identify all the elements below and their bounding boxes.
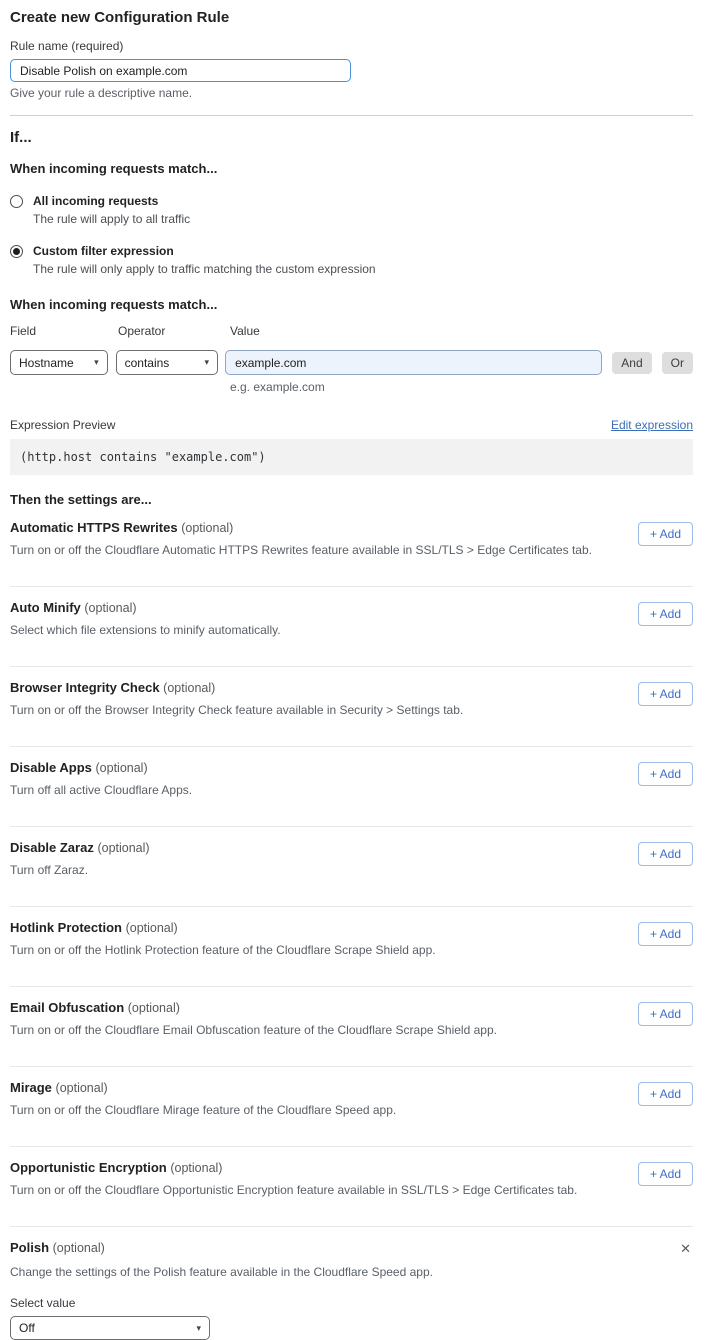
setting-row: Automatic HTTPS Rewrites (optional) Turn…: [10, 507, 693, 586]
setting-row: Hotlink Protection (optional) Turn on or…: [10, 907, 693, 986]
polish-select-value: Off: [19, 1321, 35, 1335]
radio-option-custom-expression[interactable]: Custom filter expression The rule will o…: [10, 244, 693, 276]
add-button[interactable]: + Add: [638, 1082, 693, 1106]
radio-selected-icon[interactable]: [10, 245, 23, 258]
optional-label: (optional): [163, 681, 215, 695]
setting-row-polish: Polish (optional) ✕ Change the settings …: [10, 1227, 693, 1340]
radio-description: The rule will only apply to traffic matc…: [33, 262, 376, 276]
radio-label: Custom filter expression: [33, 244, 376, 258]
setting-description: Turn on or off the Browser Integrity Che…: [10, 703, 463, 717]
setting-name: Automatic HTTPS Rewrites: [10, 520, 178, 535]
setting-description: Select which file extensions to minify a…: [10, 623, 281, 637]
radio-unselected-icon[interactable]: [10, 195, 23, 208]
add-button[interactable]: + Add: [638, 1002, 693, 1026]
setting-name: Browser Integrity Check: [10, 680, 160, 695]
value-label: Value: [230, 324, 260, 338]
optional-label: (optional): [56, 1081, 108, 1095]
close-icon[interactable]: ✕: [678, 1240, 693, 1257]
match-subheading: When incoming requests match...: [10, 161, 693, 176]
setting-description: Turn on or off the Cloudflare Opportunis…: [10, 1183, 577, 1197]
setting-row: Email Obfuscation (optional) Turn on or …: [10, 987, 693, 1066]
setting-name: Disable Zaraz: [10, 840, 94, 855]
radio-label: All incoming requests: [33, 194, 190, 208]
builder-heading: When incoming requests match...: [10, 297, 693, 312]
select-value-label: Select value: [10, 1296, 693, 1310]
setting-name: Hotlink Protection: [10, 920, 122, 935]
setting-name: Mirage: [10, 1080, 52, 1095]
expression-preview-code: (http.host contains "example.com"): [10, 439, 693, 475]
chevron-down-icon: ▾: [196, 1323, 201, 1334]
optional-label: (optional): [181, 521, 233, 535]
radio-option-all-requests[interactable]: All incoming requests The rule will appl…: [10, 194, 693, 226]
setting-name: Disable Apps: [10, 760, 92, 775]
and-button[interactable]: And: [612, 352, 651, 374]
field-label: Field: [10, 324, 110, 338]
expression-preview-label: Expression Preview: [10, 418, 115, 432]
setting-description: Change the settings of the Polish featur…: [10, 1265, 693, 1279]
if-heading: If...: [10, 129, 693, 146]
operator-select[interactable]: contains ▾: [116, 350, 218, 375]
setting-name: Auto Minify: [10, 600, 81, 615]
page-title: Create new Configuration Rule: [10, 9, 693, 26]
optional-label: (optional): [128, 1001, 180, 1015]
setting-description: Turn on or off the Hotlink Protection fe…: [10, 943, 436, 957]
operator-select-value: contains: [125, 356, 170, 370]
setting-name: Email Obfuscation: [10, 1000, 124, 1015]
setting-description: Turn on or off the Cloudflare Email Obfu…: [10, 1023, 497, 1037]
operator-label: Operator: [118, 324, 223, 338]
setting-row: Auto Minify (optional) Select which file…: [10, 587, 693, 666]
optional-label: (optional): [96, 761, 148, 775]
add-button[interactable]: + Add: [638, 1162, 693, 1186]
settings-heading: Then the settings are...: [10, 492, 693, 507]
optional-label: (optional): [84, 601, 136, 615]
value-helper: e.g. example.com: [230, 380, 693, 394]
add-button[interactable]: + Add: [638, 922, 693, 946]
setting-description: Turn on or off the Cloudflare Mirage fea…: [10, 1103, 396, 1117]
setting-description: Turn off Zaraz.: [10, 863, 150, 877]
field-select-value: Hostname: [19, 356, 74, 370]
setting-row: Disable Zaraz (optional) Turn off Zaraz.…: [10, 827, 693, 906]
setting-name: Polish: [10, 1240, 49, 1255]
add-button[interactable]: + Add: [638, 682, 693, 706]
setting-description: Turn off all active Cloudflare Apps.: [10, 783, 192, 797]
setting-name: Opportunistic Encryption: [10, 1160, 167, 1175]
field-select[interactable]: Hostname ▾: [10, 350, 108, 375]
radio-description: The rule will apply to all traffic: [33, 212, 190, 226]
edit-expression-link[interactable]: Edit expression: [611, 418, 693, 432]
setting-row: Mirage (optional) Turn on or off the Clo…: [10, 1067, 693, 1146]
section-divider: [10, 115, 693, 116]
rule-name-label: Rule name (required): [10, 39, 693, 53]
polish-value-select[interactable]: Off ▾: [10, 1316, 210, 1340]
optional-label: (optional): [53, 1241, 105, 1255]
setting-row: Disable Apps (optional) Turn off all act…: [10, 747, 693, 826]
value-input[interactable]: [225, 350, 602, 375]
setting-description: Turn on or off the Cloudflare Automatic …: [10, 543, 592, 557]
rule-name-helper: Give your rule a descriptive name.: [10, 86, 693, 100]
add-button[interactable]: + Add: [638, 602, 693, 626]
setting-row: Opportunistic Encryption (optional) Turn…: [10, 1147, 693, 1226]
optional-label: (optional): [126, 921, 178, 935]
or-button[interactable]: Or: [662, 352, 693, 374]
optional-label: (optional): [170, 1161, 222, 1175]
rule-name-input[interactable]: [10, 59, 351, 82]
add-button[interactable]: + Add: [638, 762, 693, 786]
chevron-down-icon: ▾: [94, 357, 99, 368]
chevron-down-icon: ▾: [205, 357, 210, 368]
add-button[interactable]: + Add: [638, 522, 693, 546]
setting-row: Browser Integrity Check (optional) Turn …: [10, 667, 693, 746]
add-button[interactable]: + Add: [638, 842, 693, 866]
optional-label: (optional): [97, 841, 149, 855]
